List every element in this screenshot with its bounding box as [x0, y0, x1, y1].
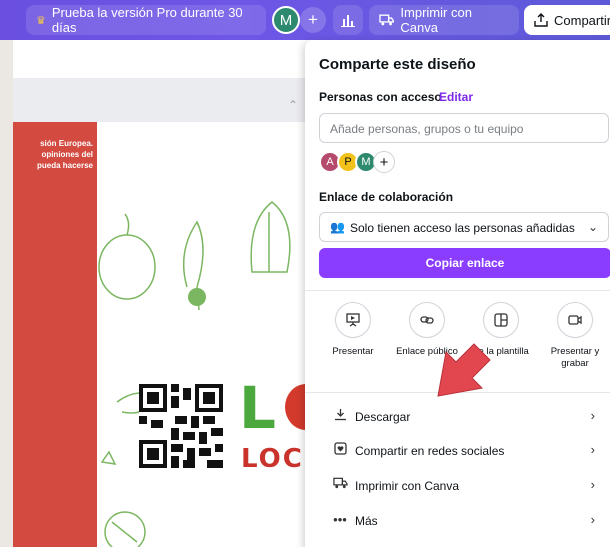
record-icon: [557, 302, 593, 338]
present-icon: [335, 302, 371, 338]
download-label: Descargar: [355, 410, 411, 424]
social-share-row[interactable]: Compartir en redes sociales ›: [305, 436, 610, 466]
chevron-right-icon: ›: [590, 512, 595, 527]
annotation-arrow-icon: [437, 343, 491, 397]
crown-icon: ♛: [36, 14, 46, 27]
share-upload-icon: [534, 13, 548, 27]
present-record-label: Presentar y grabar: [550, 346, 600, 369]
try-pro-label: Prueba la versión Pro durante 30 días: [51, 5, 243, 35]
bar-chart-icon: [341, 15, 355, 27]
social-share-label: Compartir en redes sociales: [355, 444, 505, 458]
design-red-text: sión Europea. opiniones del pueda hacers…: [36, 139, 93, 170]
share-panel: Comparte este diseño Personas con acceso…: [305, 40, 610, 547]
chevron-down-icon: ⌄: [587, 220, 598, 234]
download-icon: [331, 408, 349, 424]
red-band: [13, 122, 97, 547]
logo-word: LOC: [241, 444, 304, 474]
people-access-label: Personas con acceso: [319, 90, 442, 104]
add-people-input[interactable]: Añade personas, grupos o tu equipo: [319, 113, 609, 143]
editor-subtoolbar: [13, 40, 313, 78]
truck-icon: [379, 14, 395, 26]
present-label: Presentar: [332, 346, 374, 357]
chevron-up-icon[interactable]: ⌃: [288, 98, 298, 112]
chevron-right-icon: ›: [590, 442, 595, 457]
vegetable-illustrations: [98, 201, 291, 547]
chevron-right-icon: ›: [590, 408, 595, 423]
left-sidebar-edge: [0, 40, 13, 547]
qr-code: [139, 384, 223, 468]
truck-icon: [331, 477, 349, 492]
more-row[interactable]: ••• Más ›: [305, 506, 610, 536]
print-label: Imprimir con Canva: [400, 5, 472, 35]
people-icon: 👥: [330, 220, 345, 234]
divider: [305, 290, 610, 291]
more-label: Más: [355, 514, 378, 528]
more-icon: •••: [333, 512, 347, 527]
logo-letter: L: [239, 374, 276, 442]
panel-title: Comparte este diseño: [319, 56, 476, 73]
share-label: Compartir: [554, 12, 610, 28]
copy-link-button[interactable]: Copiar enlace: [319, 248, 610, 278]
add-collaborator-button[interactable]: +: [300, 7, 326, 33]
link-access-value: Solo tienen acceso las personas añadidas: [350, 221, 575, 235]
present-record-option[interactable]: Presentar y grabar: [539, 302, 610, 370]
social-icon: [331, 442, 349, 458]
present-option[interactable]: Presentar: [317, 302, 389, 358]
chevron-right-icon: ›: [590, 477, 595, 492]
top-toolbar: ♛ Prueba la versión Pro durante 30 días …: [0, 0, 610, 40]
add-people-placeholder: Añade personas, grupos o tu equipo: [330, 122, 524, 136]
try-pro-button[interactable]: ♛ Prueba la versión Pro durante 30 días: [26, 5, 266, 35]
print-row-label: Imprimir con Canva: [355, 479, 460, 493]
print-with-canva-button[interactable]: Imprimir con Canva: [369, 5, 519, 35]
edit-access-link[interactable]: Editar: [439, 90, 473, 104]
print-row[interactable]: Imprimir con Canva ›: [305, 471, 610, 501]
link-access-select[interactable]: 👥 Solo tienen acceso las personas añadid…: [319, 212, 609, 242]
insights-button[interactable]: [333, 5, 363, 35]
add-person-button[interactable]: +: [373, 151, 395, 173]
collab-link-label: Enlace de colaboración: [319, 190, 454, 204]
share-button[interactable]: Compartir: [524, 5, 610, 35]
user-avatar[interactable]: M: [272, 6, 300, 34]
design-page[interactable]: sión Europea. opiniones del pueda hacers…: [13, 122, 313, 547]
